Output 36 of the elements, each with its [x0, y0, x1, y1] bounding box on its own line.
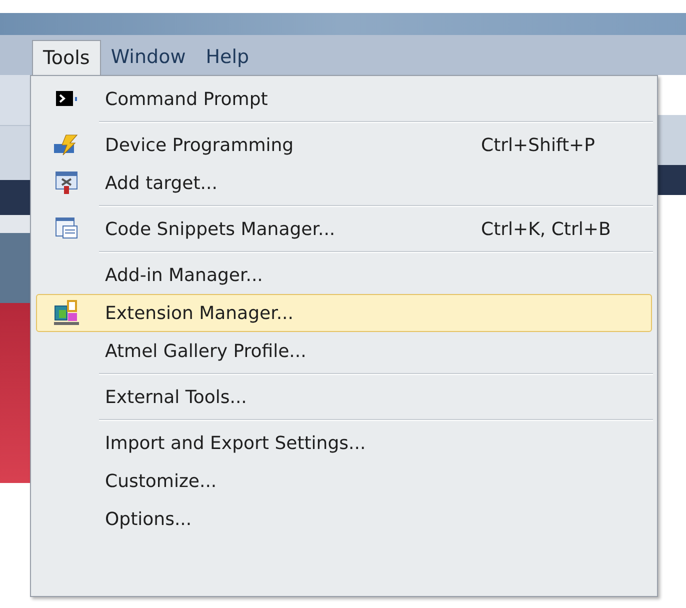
menu-item[interactable]: Code Snippets Manager... Ctrl+K, Ctrl+B	[36, 210, 652, 248]
menu-item[interactable]: Device Programming Ctrl+Shift+P	[36, 126, 652, 164]
menu-item-label: Device Programming	[104, 134, 295, 158]
menu-item-label: Add target...	[104, 172, 218, 196]
shortcut-text: Ctrl+K, Ctrl+B	[481, 218, 612, 242]
menu-item-label: Atmel Gallery Profile...	[104, 340, 308, 364]
menu-item[interactable]: Add-in Manager...	[36, 256, 652, 294]
menu-item[interactable]: Atmel Gallery Profile...	[36, 332, 652, 370]
menu-item-label: Add-in Manager...	[104, 264, 264, 288]
menu-item-label: Options...	[104, 508, 193, 532]
menu-item[interactable]: Add target...	[36, 164, 652, 202]
menu-item-label: Customize...	[104, 470, 218, 494]
header-bar	[0, 180, 30, 215]
window-tools-icon	[55, 171, 79, 195]
document-list-icon	[55, 217, 79, 241]
menu-bar-item[interactable]: Window	[100, 40, 196, 75]
menu-bar-item[interactable]: Help	[196, 40, 260, 75]
menu-item[interactable]: Extension Manager...	[36, 294, 652, 332]
toolbar	[0, 75, 30, 125]
menu-item-label: Code Snippets Manager...	[104, 218, 336, 242]
menu-bar-item[interactable]: Tools	[32, 40, 101, 75]
toolbar	[0, 125, 30, 180]
header-bar	[658, 165, 686, 195]
menu-item[interactable]: Customize...	[36, 462, 652, 500]
menu-item[interactable]: Command Prompt	[36, 80, 652, 118]
menu-item-label: Import and Export Settings...	[104, 432, 367, 456]
toolbar	[658, 115, 686, 165]
blocks-icon	[53, 300, 81, 326]
menu-item[interactable]: Import and Export Settings...	[36, 424, 652, 462]
menu-item-label: Command Prompt	[104, 88, 269, 112]
menu-item-label: Extension Manager...	[104, 302, 294, 326]
menu-item-label: External Tools...	[104, 386, 248, 410]
menu-item[interactable]: Options...	[36, 500, 652, 538]
shortcut-text: Ctrl+Shift+P	[481, 134, 596, 158]
console-icon	[55, 90, 79, 108]
menu-item[interactable]: External Tools...	[36, 378, 652, 416]
